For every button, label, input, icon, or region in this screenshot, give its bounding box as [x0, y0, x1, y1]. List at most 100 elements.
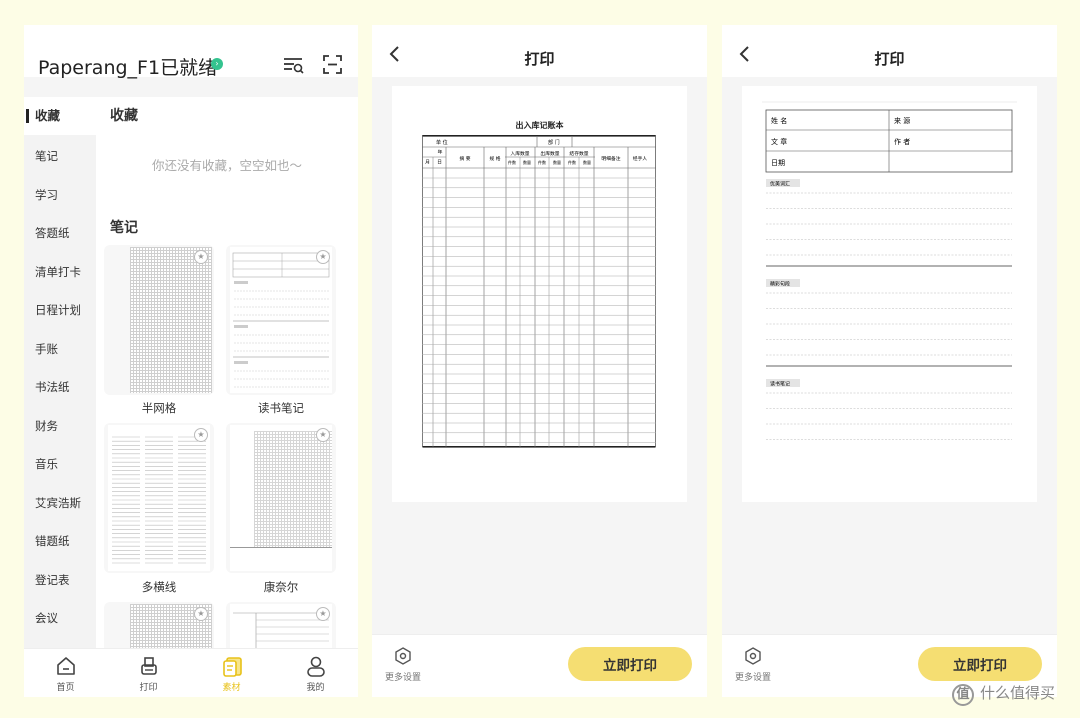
print-header: 打印: [372, 25, 707, 77]
watermark-logo: 值: [952, 684, 974, 706]
tab-print[interactable]: 打印: [107, 649, 190, 697]
template-label: 康奈尔: [263, 580, 299, 594]
field-label: 日期: [771, 159, 785, 167]
ledger-header: 经手人: [633, 155, 648, 162]
user-icon: [307, 656, 325, 677]
sidebar-item-finance[interactable]: 财务: [24, 407, 96, 445]
template-thumbnail: [230, 425, 332, 571]
template-card-cornell[interactable]: ★: [226, 423, 336, 573]
home-icon: [57, 657, 75, 675]
template-card-reading-notes[interactable]: ★: [226, 245, 336, 395]
ledger-header: 月: [425, 160, 430, 166]
ledger-table: 单 位 部 门 年 月 日 摘 要 规 格 入库数量 出库数量 结存数量 明细备…: [422, 135, 656, 448]
ledger-title: 出入库记账本: [515, 121, 564, 130]
template-label: 半网格: [141, 401, 177, 415]
page-title: 打印: [524, 50, 555, 68]
sidebar-item-registration[interactable]: 登记表: [24, 561, 96, 599]
print-preview-screen-ledger: 打印 出入库记账本 单 位 部 门 年 月 日 摘 要 规 格 入库数量 出库数…: [372, 25, 707, 697]
settings-icon[interactable]: [394, 647, 412, 665]
print-preview: 姓 名 来 源 文 章 作 者 日期 优美词汇 精彩句段 读书笔记: [742, 86, 1037, 502]
sidebar-item-favorites[interactable]: 收藏: [24, 97, 96, 135]
tab-materials[interactable]: 素材: [190, 649, 273, 697]
ledger-unit-label: 单 位: [436, 139, 448, 146]
sidebar-item-meeting[interactable]: 会议: [24, 599, 96, 637]
watermark-text: 什么值得买: [980, 684, 1056, 702]
bottom-tab-bar: 首页 打印 素材 我的: [24, 648, 358, 697]
ledger-header: 日: [437, 160, 442, 166]
ledger-subheader: 数量: [583, 159, 591, 165]
sidebar-item-music[interactable]: 音乐: [24, 445, 96, 483]
print-header: 打印: [722, 25, 1057, 77]
tab-label: 首页: [56, 683, 75, 693]
favorite-star-icon[interactable]: ★: [316, 428, 330, 442]
ledger-header: 出库数量: [540, 150, 559, 157]
materials-screen: Paperang_F1已就绪 › 收藏 笔记 学习 答题纸 清单打卡 日程计划 …: [24, 25, 358, 697]
favorite-star-icon[interactable]: ★: [316, 607, 330, 621]
tab-home[interactable]: 首页: [24, 649, 107, 697]
sidebar-item-calligraphy[interactable]: 书法纸: [24, 368, 96, 406]
sidebar-item-notes[interactable]: 笔记: [24, 137, 96, 175]
template-card-meeting[interactable]: ★: [226, 602, 336, 648]
sidebar-item-journal[interactable]: 手账: [24, 330, 96, 368]
scan-icon[interactable]: [323, 55, 342, 74]
template-label: 读书笔记: [258, 401, 304, 415]
print-preview: 出入库记账本 单 位 部 门 年 月 日 摘 要 规 格 入库数量 出库数量 结…: [392, 86, 687, 502]
field-label: 作 者: [894, 137, 910, 146]
ledger-header: 摘 要: [459, 155, 470, 162]
print-now-button[interactable]: 立即打印: [568, 647, 692, 681]
sidebar-item-mistakes[interactable]: 错题纸: [24, 522, 96, 560]
top-bar: Paperang_F1已就绪 ›: [24, 25, 358, 79]
ledger-dept-label: 部 门: [548, 139, 560, 146]
category-sidebar: 收藏 笔记 学习 答题纸 清单打卡 日程计划 手账 书法纸 财务 音乐 艾宾浩斯…: [24, 97, 96, 648]
favorite-star-icon[interactable]: ★: [194, 250, 208, 264]
tab-label: 打印: [139, 683, 158, 693]
materials-content: 收藏 你还没有收藏，空空如也～ 笔记 ★ 半网格 ★ 读书笔记 ★ 多横线 ★ …: [96, 97, 358, 648]
favorites-title: 收藏: [110, 108, 138, 124]
tab-label: 素材: [222, 683, 241, 693]
ledger-header: 规 格: [489, 155, 500, 162]
ledger-subheader: 件数: [508, 159, 516, 165]
ledger-subheader: 数量: [523, 159, 531, 165]
template-thumbnail: [108, 425, 210, 571]
sidebar-item-ebbinghaus[interactable]: 艾宾浩斯: [24, 484, 96, 522]
device-status-title: Paperang_F1已就绪: [38, 57, 218, 79]
template-card-grid[interactable]: ★: [104, 602, 214, 648]
sidebar-item-study[interactable]: 学习: [24, 176, 96, 214]
field-label: 来 源: [894, 116, 910, 125]
ledger-header: 入库数量: [510, 150, 529, 157]
print-now-button[interactable]: 立即打印: [918, 647, 1042, 681]
settings-icon[interactable]: [744, 647, 762, 665]
section-tag: 读书笔记: [770, 381, 790, 388]
ledger-subheader: 数量: [553, 159, 561, 165]
more-settings-label[interactable]: 更多设置: [735, 670, 771, 683]
section-tag: 优美词汇: [770, 181, 790, 188]
template-card-many-lines[interactable]: ★: [104, 423, 214, 573]
template-thumbnail: [230, 247, 332, 393]
favorite-star-icon[interactable]: ★: [194, 428, 208, 442]
tab-label: 我的: [306, 683, 325, 693]
ledger-header: 结存数量: [569, 150, 588, 157]
list-manage-icon[interactable]: [282, 55, 304, 75]
tab-profile[interactable]: 我的: [274, 649, 357, 697]
template-card-half-grid[interactable]: ★: [104, 245, 214, 395]
sidebar-item-checklist[interactable]: 清单打卡: [24, 253, 96, 291]
ledger-header: 明细备注: [601, 155, 620, 162]
notes-title: 笔记: [110, 220, 138, 236]
reading-notes-sheet: 姓 名 来 源 文 章 作 者 日期 优美词汇 精彩句段 读书笔记: [762, 101, 1017, 440]
favorite-star-icon[interactable]: ★: [194, 607, 208, 621]
print-bottom-bar: 更多设置 立即打印: [372, 634, 707, 697]
more-settings-label[interactable]: 更多设置: [385, 670, 421, 683]
printer-icon: [141, 657, 157, 675]
sidebar-item-answer-sheet[interactable]: 答题纸: [24, 214, 96, 252]
section-tag: 精彩句段: [770, 281, 790, 288]
template-label: 多横线: [141, 580, 177, 594]
print-preview-screen-reading: 打印 姓 名 来 源 文 章 作 者 日期 优美词汇 精彩句段 读书笔记 更多设…: [722, 25, 1057, 697]
favorite-star-icon[interactable]: ★: [316, 250, 330, 264]
field-label: 姓 名: [771, 116, 787, 125]
ledger-subheader: 件数: [538, 159, 546, 165]
page-title: 打印: [874, 50, 905, 68]
ledger-subheader: 件数: [568, 159, 576, 165]
sidebar-item-schedule[interactable]: 日程计划: [24, 291, 96, 329]
material-icon: [223, 657, 242, 677]
ledger-header: 年: [438, 149, 443, 156]
